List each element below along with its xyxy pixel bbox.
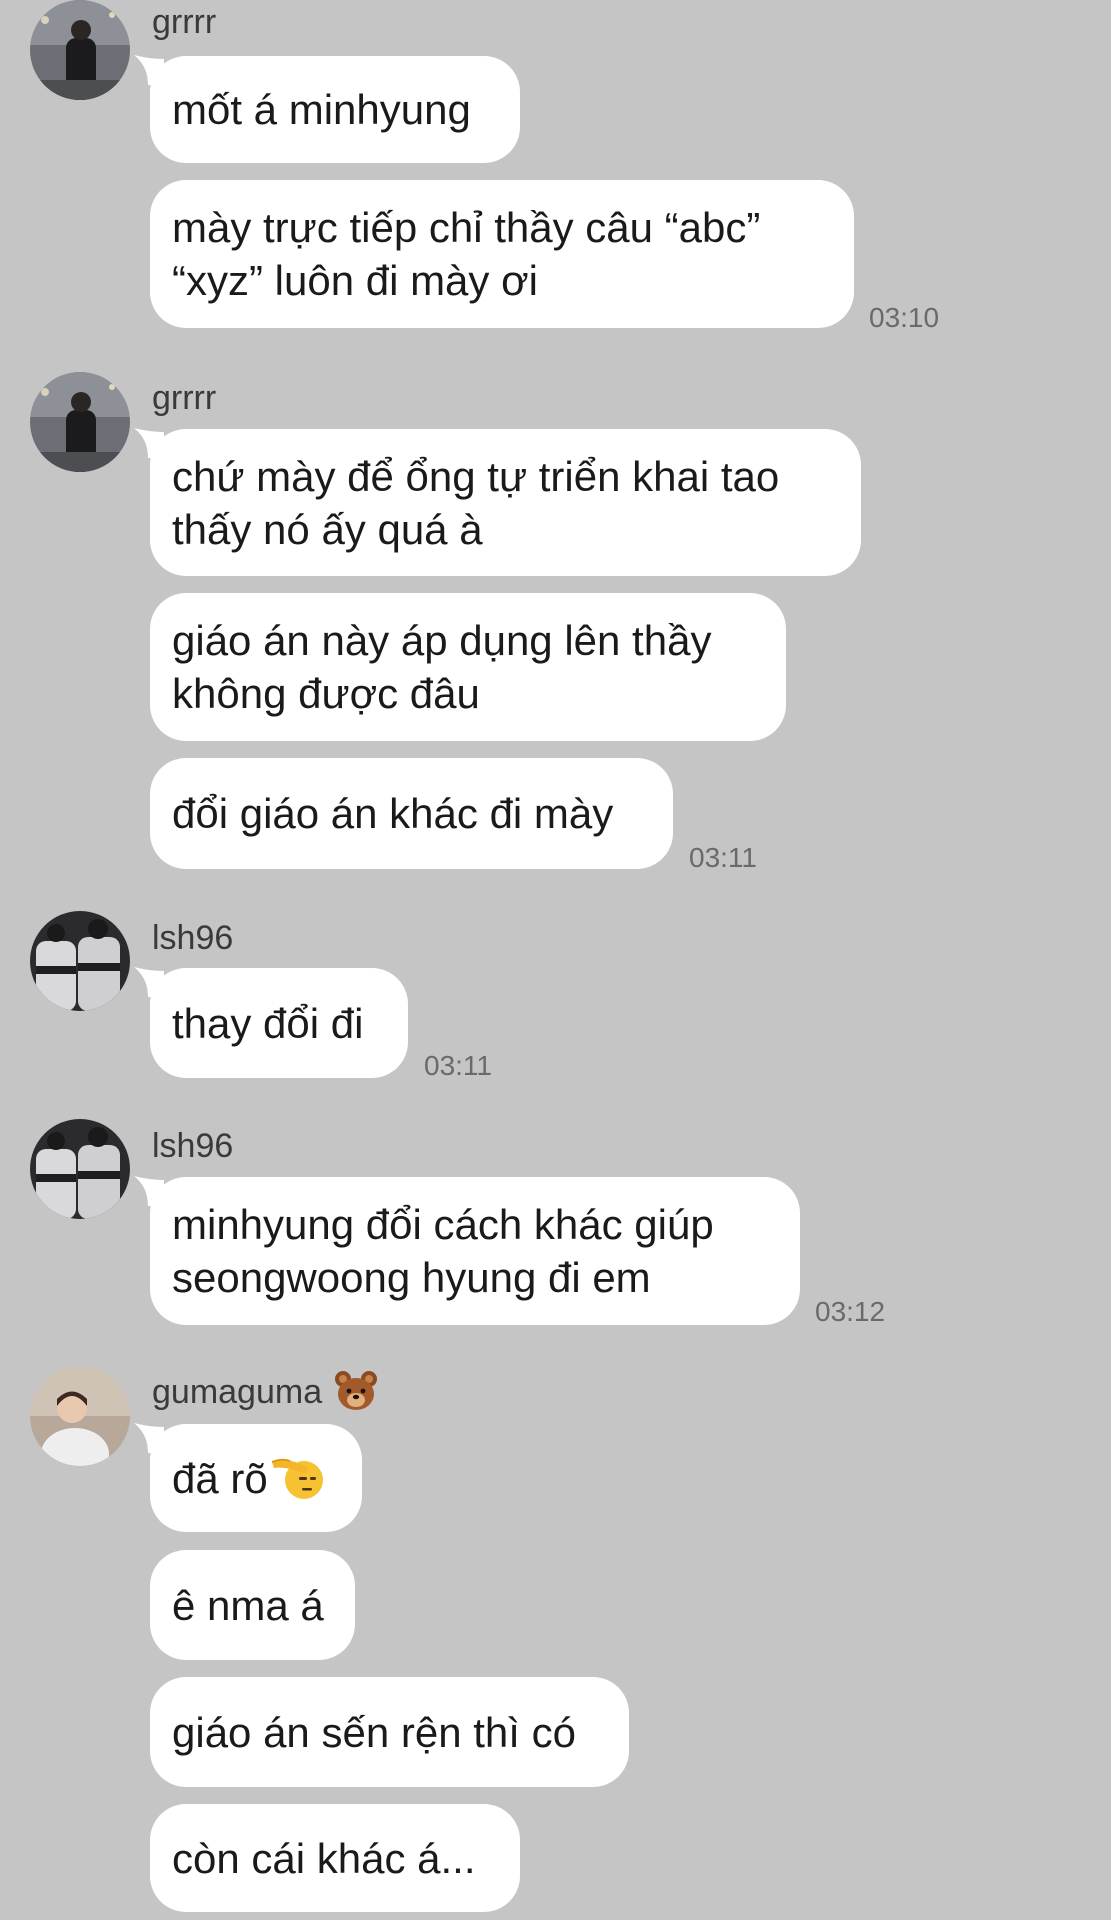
sender-name: grrrr	[152, 3, 217, 41]
message-bubble[interactable]: mày trực tiếp chỉ thầy câu “abc” “xyz” l…	[150, 180, 854, 328]
message-bubble[interactable]: thay đổi đi	[150, 968, 408, 1078]
avatar-image	[30, 0, 130, 100]
message-bubble[interactable]: mốt á minhyung	[150, 56, 520, 163]
message-text: còn cái khác á...	[172, 1834, 476, 1882]
message-text: mốt á minhyung	[172, 86, 471, 133]
sender-name: grrrr	[152, 379, 217, 417]
message-text: minhyung đổi cách khác giúp seongwoong h…	[172, 1201, 714, 1301]
message-timestamp: 03:10	[869, 302, 940, 333]
message-text-row: đã rõ	[172, 1452, 340, 1505]
saluting-face-icon	[271, 1459, 323, 1500]
message-text: mày trực tiếp chỉ thầy câu “abc” “xyz” l…	[172, 204, 761, 304]
sender-name: lsh96	[152, 919, 234, 957]
avatar-grrrr[interactable]	[30, 372, 130, 472]
message-timestamp: 03:11	[424, 1050, 492, 1081]
bear-face-icon	[334, 1371, 377, 1411]
avatar-image	[30, 1366, 130, 1466]
message-text: đã rõ	[172, 1454, 268, 1502]
sender-name: gumaguma	[152, 1371, 378, 1412]
message-timestamp: 03:12	[815, 1296, 886, 1327]
message-text: đổi giáo án khác đi mày	[172, 790, 614, 837]
message-bubble[interactable]: đã rõ	[150, 1424, 362, 1532]
message-bubble[interactable]: còn cái khác á...	[150, 1804, 520, 1912]
avatar-grrrr[interactable]	[30, 0, 130, 100]
message-timestamp: 03:11	[689, 842, 757, 873]
avatar-image	[30, 1119, 130, 1219]
sender-name-text: gumaguma	[152, 1373, 323, 1411]
avatar-gumaguma[interactable]	[30, 1366, 130, 1466]
message-text: thay đổi đi	[172, 999, 364, 1047]
message-bubble[interactable]: minhyung đổi cách khác giúp seongwoong h…	[150, 1177, 800, 1325]
message-text: chứ mày để ổng tự triển khai tao thấy nó…	[172, 452, 780, 553]
sender-name: lsh96	[152, 1127, 234, 1165]
message-bubble[interactable]: chứ mày để ổng tự triển khai tao thấy nó…	[150, 429, 861, 576]
message-text: giáo án sến rện thì có	[172, 1708, 576, 1756]
message-bubble[interactable]: giáo án sến rện thì có	[150, 1677, 629, 1787]
message-text: ê nma á	[172, 1581, 324, 1629]
avatar-lsh96[interactable]	[30, 911, 130, 1011]
avatar-image	[30, 372, 130, 472]
avatar-image	[30, 911, 130, 1011]
avatar-lsh96[interactable]	[30, 1119, 130, 1219]
message-text: giáo án này áp dụng lên thầy không được …	[172, 617, 712, 717]
message-bubble[interactable]: ê nma á	[150, 1550, 355, 1660]
message-bubble[interactable]: giáo án này áp dụng lên thầy không được …	[150, 593, 786, 741]
message-bubble[interactable]: đổi giáo án khác đi mày	[150, 758, 673, 869]
